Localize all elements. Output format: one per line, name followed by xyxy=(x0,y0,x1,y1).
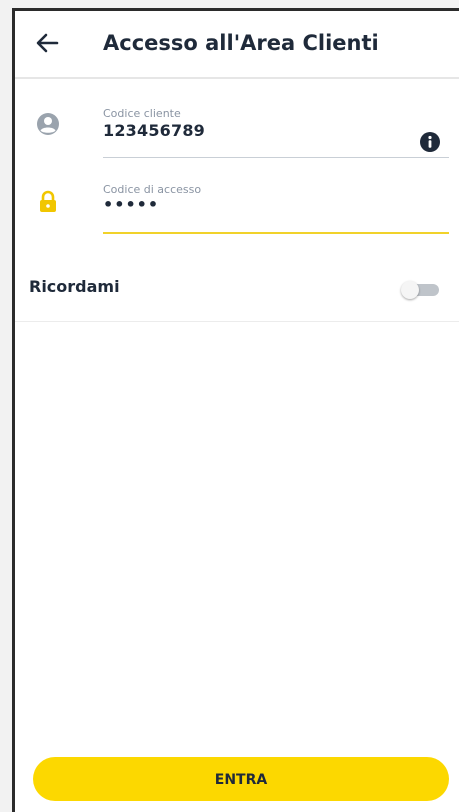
customer-code-label: Codice cliente xyxy=(103,107,181,120)
access-code-underline xyxy=(103,232,449,234)
app-bar: Accesso all'Area Clienti xyxy=(15,11,459,79)
remember-toggle[interactable] xyxy=(401,281,439,299)
customer-code-field[interactable]: Codice cliente 123456789 xyxy=(15,97,459,167)
access-code-value[interactable]: ••••• xyxy=(103,195,159,214)
login-screen: Accesso all'Area Clienti Codice cliente … xyxy=(12,8,459,812)
arrow-left-icon xyxy=(36,33,59,53)
remember-row: Ricordami xyxy=(15,257,459,322)
toggle-thumb xyxy=(401,281,419,299)
remember-label: Ricordami xyxy=(29,277,120,296)
customer-code-value[interactable]: 123456789 xyxy=(103,121,205,140)
enter-button[interactable]: ENTRA xyxy=(33,757,449,801)
lock-icon xyxy=(35,189,61,215)
access-code-field[interactable]: Codice di accesso ••••• xyxy=(15,175,459,245)
info-icon xyxy=(420,132,440,152)
customer-code-underline xyxy=(103,157,449,158)
back-button[interactable] xyxy=(33,29,61,57)
account-circle-icon xyxy=(35,111,61,137)
page-title: Accesso all'Area Clienti xyxy=(103,31,379,55)
info-button[interactable] xyxy=(419,131,441,153)
